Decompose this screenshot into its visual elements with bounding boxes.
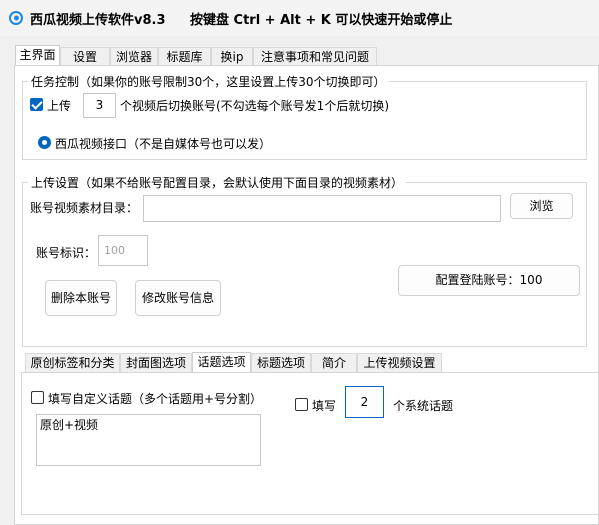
browse-button[interactable]: 浏览 bbox=[510, 193, 573, 219]
delete-account-button[interactable]: 删除本账号 bbox=[45, 280, 117, 316]
upload-checkbox[interactable] bbox=[30, 98, 43, 111]
config-login-account-button[interactable]: 配置登陆账号：100 bbox=[398, 265, 580, 296]
system-topic-fill-label: 填写 bbox=[312, 399, 337, 413]
custom-topic-label: 填写自定义话题（多个话题用+号分割） bbox=[48, 392, 263, 406]
account-id-label: 账号标识： bbox=[36, 246, 97, 260]
subtab-upload-settings[interactable]: 上传视频设置 bbox=[357, 353, 442, 372]
tab-browser[interactable]: 浏览器 bbox=[110, 47, 158, 66]
hotkey-hint: 按键盘 Ctrl + Alt + K 可以快速开始或停止 bbox=[190, 13, 453, 28]
tab-settings[interactable]: 设置 bbox=[60, 47, 110, 66]
app-logo-icon bbox=[9, 11, 23, 25]
upload-count-hint: 个视频后切换账号(不勾选每个账号发1个后就切换) bbox=[120, 99, 389, 113]
subtab-topic-options[interactable]: 话题选项 bbox=[192, 352, 251, 372]
xigua-api-radio[interactable] bbox=[38, 136, 51, 149]
system-topic-checkbox[interactable] bbox=[295, 398, 308, 411]
subtab-intro[interactable]: 简介 bbox=[311, 353, 357, 372]
subtab-cover-options[interactable]: 封面图选项 bbox=[120, 353, 192, 372]
upload-settings-title: 上传设置（如果不给账号配置目录，会默认使用下面目录的视频素材） bbox=[28, 174, 407, 191]
upload-checkbox-label: 上传 bbox=[47, 99, 72, 113]
tab-main[interactable]: 主界面 bbox=[15, 45, 60, 66]
system-topic-count-input[interactable]: 2 bbox=[345, 386, 384, 418]
edit-account-button[interactable]: 修改账号信息 bbox=[135, 280, 221, 316]
account-id-input[interactable]: 100 bbox=[98, 235, 148, 266]
tab-title-library[interactable]: 标题库 bbox=[158, 47, 211, 66]
material-dir-input[interactable] bbox=[143, 195, 501, 222]
task-control-title: 任务控制（如果你的账号限制30个，这里设置上传30个切换即可） bbox=[28, 73, 389, 90]
custom-topic-textarea[interactable]: 原创+视频 bbox=[36, 414, 261, 466]
xigua-api-radio-label: 西瓜视频接口（不是自媒体号也可以发） bbox=[55, 137, 272, 151]
window-title: 西瓜视频上传软件v8.3 bbox=[30, 13, 166, 28]
dir-label: 账号视频素材目录： bbox=[30, 201, 139, 215]
subtab-title-options[interactable]: 标题选项 bbox=[251, 353, 311, 372]
subtab-original-tags[interactable]: 原创标签和分类 bbox=[25, 353, 120, 372]
upload-count-input[interactable]: 3 bbox=[83, 93, 116, 118]
tab-change-ip[interactable]: 换ip bbox=[211, 47, 253, 66]
tab-notes-faq[interactable]: 注意事项和常见问题 bbox=[253, 47, 377, 66]
custom-topic-checkbox[interactable] bbox=[31, 391, 44, 404]
system-topic-suffix-label: 个系统话题 bbox=[393, 399, 454, 413]
